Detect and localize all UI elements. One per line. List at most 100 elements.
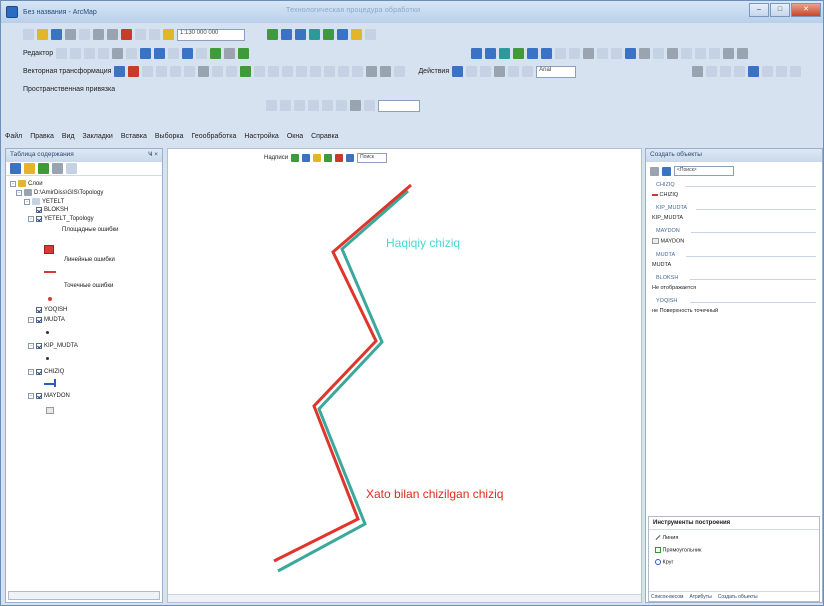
toc-layer-chiziq[interactable]: - CHIZIQ — [28, 369, 64, 375]
draw-shapes-icon[interactable] — [494, 66, 506, 77]
editor-menu[interactable]: Редактор — [23, 50, 53, 57]
help-pointer-icon[interactable] — [365, 29, 376, 40]
copy-icon[interactable] — [93, 29, 104, 40]
expand-icon[interactable]: - — [28, 393, 34, 399]
expand-icon[interactable]: - — [28, 369, 34, 375]
menu-insert[interactable]: Вставка — [121, 133, 147, 140]
draw-line-icon[interactable] — [522, 66, 534, 77]
edgematch-icon[interactable] — [338, 66, 350, 77]
tool-circle[interactable]: Круг — [655, 559, 674, 565]
measure-icon[interactable] — [681, 48, 692, 59]
fixed-zoom-out-icon[interactable] — [541, 48, 552, 59]
template-kip-mudta[interactable]: KIP_MUDTA — [652, 215, 683, 221]
layer-visibility-checkbox[interactable] — [36, 307, 42, 313]
tool-line[interactable]: Линия — [655, 535, 678, 541]
delete-icon[interactable] — [121, 29, 132, 40]
layer-visibility-checkbox[interactable] — [36, 369, 42, 375]
identify-icon[interactable] — [625, 48, 636, 59]
attributes-icon[interactable] — [210, 48, 222, 59]
collapse-icon[interactable]: - — [24, 198, 30, 205]
sketch-properties-icon[interactable] — [224, 48, 236, 59]
draw-rectangle-icon[interactable] — [466, 66, 478, 77]
split-icon[interactable] — [182, 48, 194, 59]
tab-create-features[interactable]: Создать объекты — [718, 594, 758, 600]
map-horizontal-scrollbar[interactable] — [168, 594, 641, 602]
collapse-icon[interactable]: - — [16, 189, 22, 196]
new-limited-adjustment-area-icon[interactable] — [366, 66, 378, 77]
editor-toolbar-icon[interactable] — [267, 29, 278, 40]
menu-windows[interactable]: Окна — [287, 133, 303, 140]
snap-edge-icon[interactable] — [308, 100, 319, 111]
expand-icon[interactable]: - — [28, 317, 34, 323]
clear-selection-icon[interactable] — [597, 48, 608, 59]
maximize-button[interactable]: □ — [770, 3, 790, 17]
multiple-link-icon[interactable] — [156, 66, 168, 77]
map-view[interactable]: Надписи Поиск Haqiqiy chiziq Xato bilan … — [167, 148, 642, 603]
go-to-xy-icon[interactable] — [667, 48, 678, 59]
layer-visibility-checkbox[interactable] — [36, 393, 42, 399]
endpoint-arc-icon[interactable] — [98, 48, 110, 59]
map-scale-input[interactable]: 1:130 000 000 — [177, 28, 245, 41]
menu-help[interactable]: Справка — [311, 133, 338, 140]
toc-window-icon[interactable] — [281, 29, 292, 40]
straight-segment-icon[interactable] — [84, 48, 96, 59]
hyperlink-icon[interactable] — [695, 48, 706, 59]
list-by-source-icon[interactable] — [24, 163, 35, 174]
attribute-transfer-mapping-icon[interactable] — [352, 66, 364, 77]
tab-list-by[interactable]: Список-весом — [651, 594, 683, 600]
template-mudta[interactable]: MUDTA — [652, 262, 671, 268]
edit-tool-icon[interactable] — [56, 48, 68, 59]
search-window-icon[interactable] — [309, 29, 320, 40]
edit-annotation-icon[interactable] — [70, 48, 82, 59]
back-extent-icon[interactable] — [555, 48, 566, 59]
add-data-icon[interactable] — [163, 29, 174, 40]
select-features-icon[interactable] — [583, 48, 594, 59]
templates-filter-input[interactable]: <Поиск> — [674, 166, 734, 176]
reshape-icon[interactable] — [154, 48, 166, 59]
new-identity-link-icon[interactable] — [170, 66, 182, 77]
fill-color-icon[interactable] — [762, 66, 774, 77]
menu-customize[interactable]: Настройка — [244, 133, 278, 140]
font-name-select[interactable]: Arial — [536, 65, 577, 78]
new-document-icon[interactable] — [23, 29, 34, 40]
tool-rectangle[interactable]: Прямоугольник — [655, 547, 701, 553]
menu-selection[interactable]: Выборка — [155, 133, 184, 140]
layer-visibility-checkbox[interactable] — [36, 317, 42, 323]
undo-icon[interactable] — [135, 29, 146, 40]
toc-dataset-group[interactable]: - YETELT — [24, 198, 64, 205]
toc-pin-close[interactable]: Ҹ × — [148, 151, 158, 160]
toc-layer-bloksh[interactable]: BLOKSH — [36, 207, 68, 213]
new-displacement-link-icon[interactable] — [128, 66, 140, 77]
forward-extent-icon[interactable] — [569, 48, 580, 59]
marker-color-icon[interactable] — [790, 66, 802, 77]
print-icon[interactable] — [65, 29, 76, 40]
list-by-selection-icon[interactable] — [52, 163, 63, 174]
filter-templates-icon[interactable] — [662, 166, 671, 176]
template-maydon[interactable]: MAYDON — [652, 238, 684, 244]
edit-vertices-icon[interactable] — [140, 48, 152, 59]
line-color-icon[interactable] — [776, 66, 788, 77]
collapse-icon[interactable]: - — [28, 216, 34, 222]
paste-icon[interactable] — [107, 29, 118, 40]
link-options-icon[interactable] — [254, 66, 266, 77]
minimize-button[interactable]: – — [749, 3, 769, 17]
collapse-icon[interactable]: - — [10, 180, 16, 187]
snap-options-icon[interactable] — [364, 100, 375, 111]
attribute-transfer-icon[interactable] — [226, 66, 238, 77]
snap-vertex-icon[interactable] — [294, 100, 305, 111]
arctoolbox-icon[interactable] — [323, 29, 334, 40]
organize-templates-icon[interactable] — [650, 166, 659, 176]
fixed-zoom-in-icon[interactable] — [527, 48, 538, 59]
draw-pointer-icon[interactable] — [452, 66, 464, 77]
view-link-table-icon[interactable] — [198, 66, 210, 77]
layer-visibility-checkbox[interactable] — [36, 343, 42, 349]
snap-end-icon[interactable] — [280, 100, 291, 111]
snap-midpoint-icon[interactable] — [350, 100, 361, 111]
list-by-visibility-icon[interactable] — [38, 163, 49, 174]
select-elements-tool-icon[interactable] — [114, 66, 126, 77]
layer-visibility-checkbox[interactable] — [36, 216, 42, 222]
close-button[interactable]: ✕ — [791, 3, 821, 17]
draw-text-icon[interactable] — [480, 66, 492, 77]
menu-bookmarks[interactable]: Закладки — [83, 133, 113, 140]
actions-menu[interactable]: Действия — [418, 68, 449, 75]
